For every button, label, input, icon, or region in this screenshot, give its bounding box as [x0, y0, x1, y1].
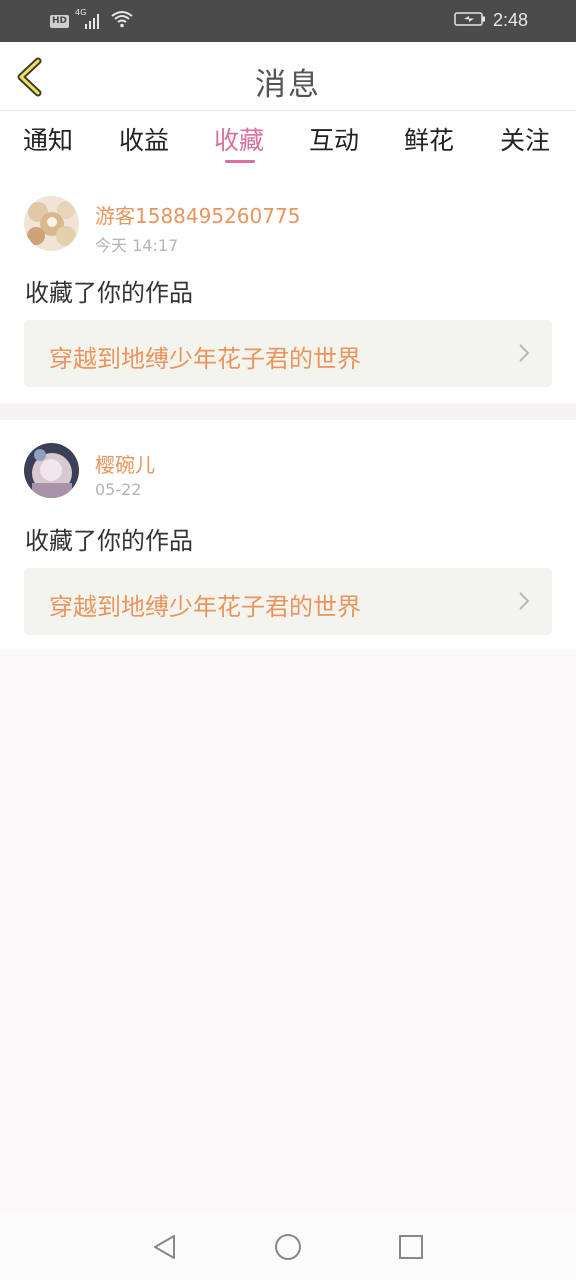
network-type: 4G	[75, 8, 87, 17]
nav-back-button[interactable]	[150, 1232, 180, 1262]
back-triangle-icon	[154, 1235, 175, 1259]
separator	[0, 403, 576, 420]
tab-bar: 通知 收益 收藏 互动 鲜花 关注	[0, 111, 576, 175]
work-link[interactable]: 穿越到地缚少年花子君的世界	[24, 568, 552, 635]
tab-notifications[interactable]: 通知	[23, 121, 73, 157]
status-left: HD 4G	[50, 8, 133, 33]
action-text: 收藏了你的作品	[25, 527, 193, 555]
tab-favorites[interactable]: 收藏	[214, 121, 264, 157]
app-header: 消息	[0, 42, 576, 111]
tab-interactions[interactable]: 互动	[309, 121, 359, 157]
work-link[interactable]: 穿越到地缚少年花子君的世界	[24, 320, 552, 387]
tab-flowers[interactable]: 鲜花	[404, 121, 454, 157]
nav-recents-button[interactable]	[396, 1232, 426, 1262]
timestamp: 05-22	[95, 480, 142, 499]
recents-square-icon	[399, 1235, 423, 1259]
tab-earnings[interactable]: 收益	[119, 121, 169, 157]
hd-badge: HD	[50, 14, 70, 28]
nav-home-button[interactable]	[273, 1232, 303, 1262]
page-title: 消息	[255, 67, 321, 103]
avatar[interactable]	[24, 443, 79, 498]
active-tab-indicator	[225, 160, 255, 163]
chevron-right-icon	[519, 592, 530, 610]
action-text: 收藏了你的作品	[25, 279, 193, 307]
system-nav-bar	[0, 1214, 576, 1280]
home-circle-icon	[275, 1234, 301, 1260]
battery-charging-icon	[454, 11, 486, 31]
signal-icon: 4G	[75, 8, 105, 31]
work-title: 穿越到地缚少年花子君的世界	[49, 593, 361, 621]
message-card: 樱碗儿 05-22 收藏了你的作品 穿越到地缚少年花子君的世界	[0, 420, 576, 650]
status-right: 2:48	[454, 10, 528, 31]
chevron-right-icon	[519, 344, 530, 362]
wifi-icon	[111, 9, 133, 33]
avatar[interactable]	[24, 196, 79, 251]
username[interactable]: 游客1588495260775	[95, 200, 300, 229]
tab-follows[interactable]: 关注	[500, 121, 550, 157]
username[interactable]: 樱碗儿	[95, 449, 155, 478]
timestamp: 今天 14:17	[95, 236, 179, 255]
message-card: 游客1588495260775 今天 14:17 收藏了你的作品 穿越到地缚少年…	[0, 175, 576, 403]
status-bar: HD 4G 2:48	[0, 0, 576, 42]
work-title: 穿越到地缚少年花子君的世界	[49, 345, 361, 373]
clock: 2:48	[492, 10, 528, 30]
